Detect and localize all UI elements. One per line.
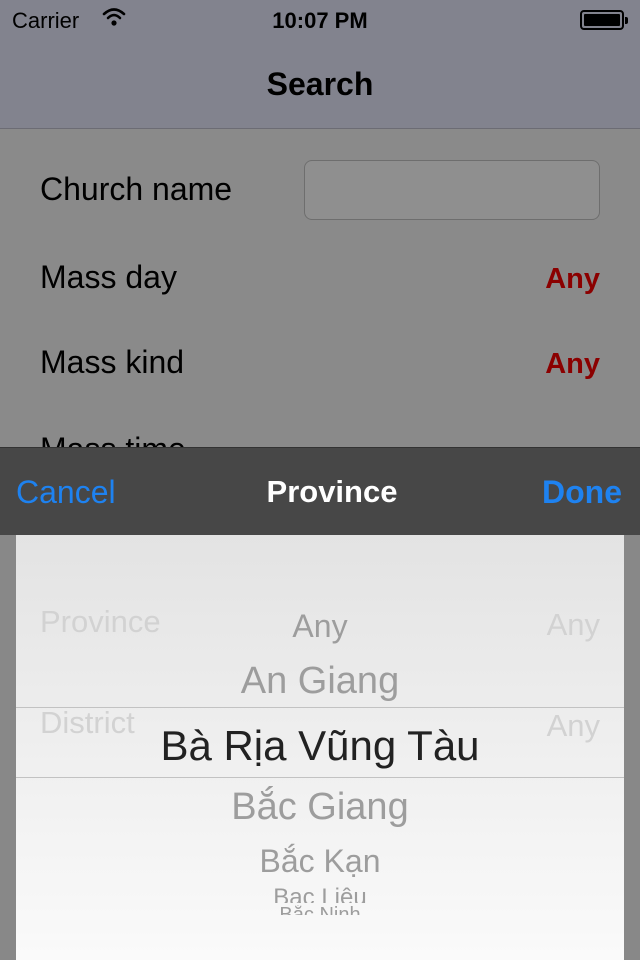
picker-option[interactable]: Bắc Ninh (16, 905, 624, 915)
church-name-label: Church name (40, 171, 233, 207)
picker-toolbar: Cancel Province Done (0, 447, 640, 536)
status-bar: Carrier 10:07 PM (0, 0, 640, 40)
mass-day-label: Mass day (40, 259, 177, 295)
picker-option-selected[interactable]: Bà Rịa Vũng Tàu (16, 722, 624, 770)
battery-icon (580, 10, 628, 30)
province-picker[interactable]: Province Any District Any Any An Giang B… (16, 535, 624, 960)
done-button[interactable]: Done (542, 474, 622, 511)
picker-option[interactable]: Bắc Kạn (16, 843, 624, 880)
cancel-button[interactable]: Cancel (16, 474, 116, 511)
picker-option[interactable]: Any (16, 608, 624, 645)
selection-indicator-bottom (16, 777, 624, 778)
church-name-input[interactable] (305, 161, 599, 219)
picker-option[interactable]: Bạc Liêu (16, 885, 624, 903)
church-name-field[interactable] (304, 160, 600, 220)
status-time: 10:07 PM (272, 8, 368, 33)
selection-indicator-top (16, 707, 624, 708)
picker-option[interactable]: Bắc Giang (16, 786, 624, 829)
mass-kind-value[interactable]: Any (545, 348, 600, 381)
navigation-bar: Search (0, 40, 640, 129)
page-title: Search (266, 66, 374, 102)
mass-kind-label: Mass kind (40, 344, 185, 380)
mass-day-value[interactable]: Any (545, 263, 600, 296)
search-form: Church name Mass day Any Mass kind Any M… (0, 129, 640, 467)
picker-option[interactable]: An Giang (16, 660, 624, 703)
